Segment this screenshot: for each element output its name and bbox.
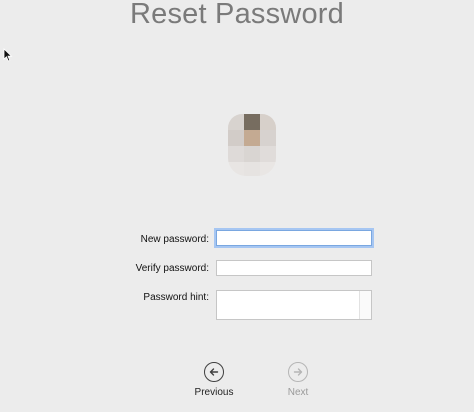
user-avatar bbox=[228, 114, 276, 176]
password-hint-scrollbar[interactable] bbox=[359, 291, 371, 319]
next-label: Next bbox=[287, 387, 309, 398]
password-hint-field[interactable] bbox=[216, 290, 372, 320]
arrow-right-circle-icon bbox=[288, 362, 308, 382]
verify-password-field[interactable] bbox=[216, 260, 372, 276]
password-hint-label: Password hint: bbox=[143, 292, 209, 303]
previous-button[interactable]: Previous bbox=[184, 362, 244, 398]
page-title: Reset Password bbox=[130, 0, 344, 30]
mouse-cursor-icon bbox=[3, 48, 13, 62]
next-button[interactable]: Next bbox=[268, 362, 328, 398]
new-password-field[interactable] bbox=[216, 230, 372, 246]
verify-password-label: Verify password: bbox=[135, 263, 209, 274]
previous-label: Previous bbox=[194, 387, 234, 398]
arrow-left-circle-icon bbox=[204, 362, 224, 382]
new-password-label: New password: bbox=[140, 234, 209, 245]
